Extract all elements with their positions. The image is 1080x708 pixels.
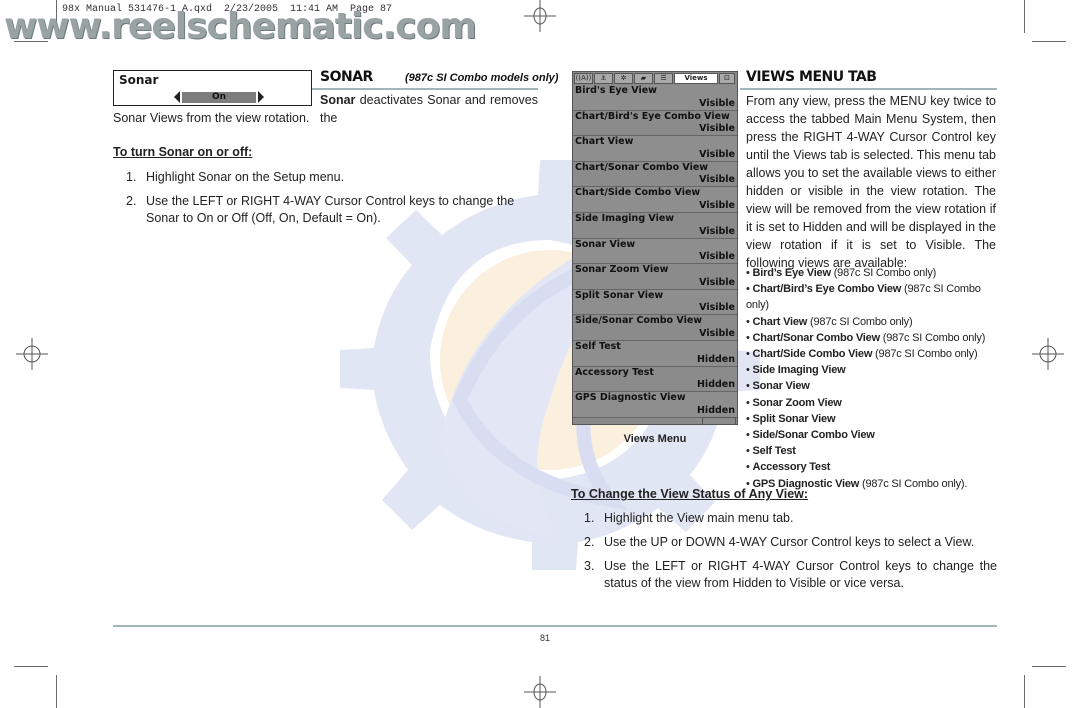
section-rule (740, 88, 997, 90)
setup-tab-icon: ☰ (654, 73, 673, 84)
sonar-intro: Sonar deactivates Sonar and removes the (320, 91, 538, 127)
registration-mark-icon (1032, 338, 1064, 370)
registration-mark-icon (524, 676, 556, 708)
step-item: 3. Use the LEFT or RIGHT 4-WAY Cursor Con… (584, 559, 997, 590)
chart-tab-icon: ▰ (634, 73, 653, 84)
list-item: • Sonar Zoom View (746, 396, 842, 409)
sonar-value: On (182, 92, 256, 103)
navigation-tab-icon: ⚓ (594, 73, 613, 84)
menu-tab-bar: ((A)) ⚓ ✲ ▰ ☰ Views ⊡ (573, 72, 737, 85)
crop-mark (1032, 41, 1066, 42)
views-list: Bird's Eye View Visible Chart/Bird's Eye … (573, 85, 737, 418)
list-item: • Side/Sonar Combo View (746, 429, 875, 442)
list-item: • Bird’s Eye View (987c SI Combo only) (746, 267, 937, 279)
alarms-tab-icon: ✲ (614, 73, 633, 84)
step-item: 1. Highlight the View main menu tab. (584, 511, 794, 525)
views-procedure-heading: To Change the View Status of Any View: (571, 487, 809, 501)
sonar-procedure-heading: To turn Sonar on or off: (113, 145, 253, 159)
list-item: • Chart/Sonar Combo View (987c SI Combo … (746, 331, 986, 344)
available-views-list: • Bird’s Eye View (987c SI Combo only) •… (746, 265, 998, 492)
view-row: Chart View Visible (573, 136, 737, 162)
sonar-value-selector: On (174, 91, 264, 103)
scroll-indicator-icon (702, 417, 736, 425)
view-row: Self Test Hidden (573, 340, 737, 367)
crop-mark (56, 675, 57, 708)
views-tab: Views (674, 73, 718, 84)
view-row: Chart/Sonar Combo View Visible (573, 161, 737, 188)
list-item: • Self Test (746, 445, 796, 458)
views-paragraph: From any view, press the MENU key twice … (746, 94, 996, 270)
list-item: • Chart View (987c SI Combo only) (746, 315, 913, 328)
crop-mark (1024, 675, 1025, 708)
registration-mark-icon (524, 0, 556, 32)
view-row: Sonar Zoom View Visible (573, 264, 737, 290)
views-menu-screenshot: ((A)) ⚓ ✲ ▰ ☰ Views ⊡ Bird's Eye View Vis… (572, 71, 738, 425)
view-row: Split Sonar View Visible (573, 289, 737, 316)
view-row: Accessory Test Hidden (573, 366, 737, 393)
page-number: 81 (540, 633, 551, 643)
sonar-tab-icon: ((A)) (574, 73, 593, 84)
list-item: • Accessory Test (746, 461, 831, 474)
view-row: Side Imaging View Visible (573, 212, 737, 239)
view-row: Bird's Eye View Visible (573, 85, 737, 111)
step-item: 2. Use the LEFT or RIGHT 4-WAY Cursor Con… (126, 194, 515, 225)
section-rule (312, 88, 538, 90)
views-steps: 1. Highlight the View main menu tab. 2. U… (584, 510, 997, 599)
view-row: Side/Sonar Combo View Visible (573, 315, 737, 341)
step-item: 1. Highlight Sonar on the Setup menu. (126, 170, 345, 184)
watermark-text: www.reelschematic.com (4, 6, 477, 47)
list-item: • Chart/Bird’s Eye Combo View (987c SI C… (746, 283, 981, 312)
view-row: Chart/Bird's Eye Combo View Visible (573, 110, 737, 137)
sonar-section-subtitle: (987c SI Combo models only) (405, 72, 559, 84)
list-item: • Sonar View (746, 380, 810, 393)
sonar-section-title: SONAR (320, 69, 373, 85)
list-item: • Chart/Side Combo View (987c SI Combo o… (746, 348, 978, 361)
setting-title: Sonar (119, 73, 159, 87)
arrow-left-icon (174, 91, 180, 103)
sonar-intro-continued: Sonar Views from the view rotation. (113, 111, 310, 125)
crop-mark (14, 666, 48, 667)
figure-caption: Views Menu (623, 433, 687, 445)
sonar-intro-bold: Sonar (320, 93, 356, 107)
list-item: • Split Sonar View (746, 412, 836, 425)
footer-rule (113, 625, 997, 627)
crop-mark (1032, 666, 1066, 667)
sonar-setting-widget: Sonar On (113, 70, 312, 106)
list-item: • Side Imaging View (746, 364, 846, 377)
step-item: 2. Use the UP or DOWN 4-WAY Cursor Contro… (584, 535, 975, 549)
view-row: Sonar View Visible (573, 238, 737, 265)
views-section-title: VIEWS MENU TAB (746, 69, 877, 85)
registration-mark-icon (16, 338, 48, 370)
view-row: Chart/Side Combo View Visible (573, 187, 737, 213)
sonar-steps: 1. Highlight Sonar on the Setup menu. 2. U… (126, 169, 538, 234)
crop-mark (1024, 0, 1025, 33)
accessories-tab-icon: ⊡ (719, 73, 735, 84)
arrow-right-icon (258, 91, 264, 103)
view-row: GPS Diagnostic View Hidden (573, 392, 737, 418)
